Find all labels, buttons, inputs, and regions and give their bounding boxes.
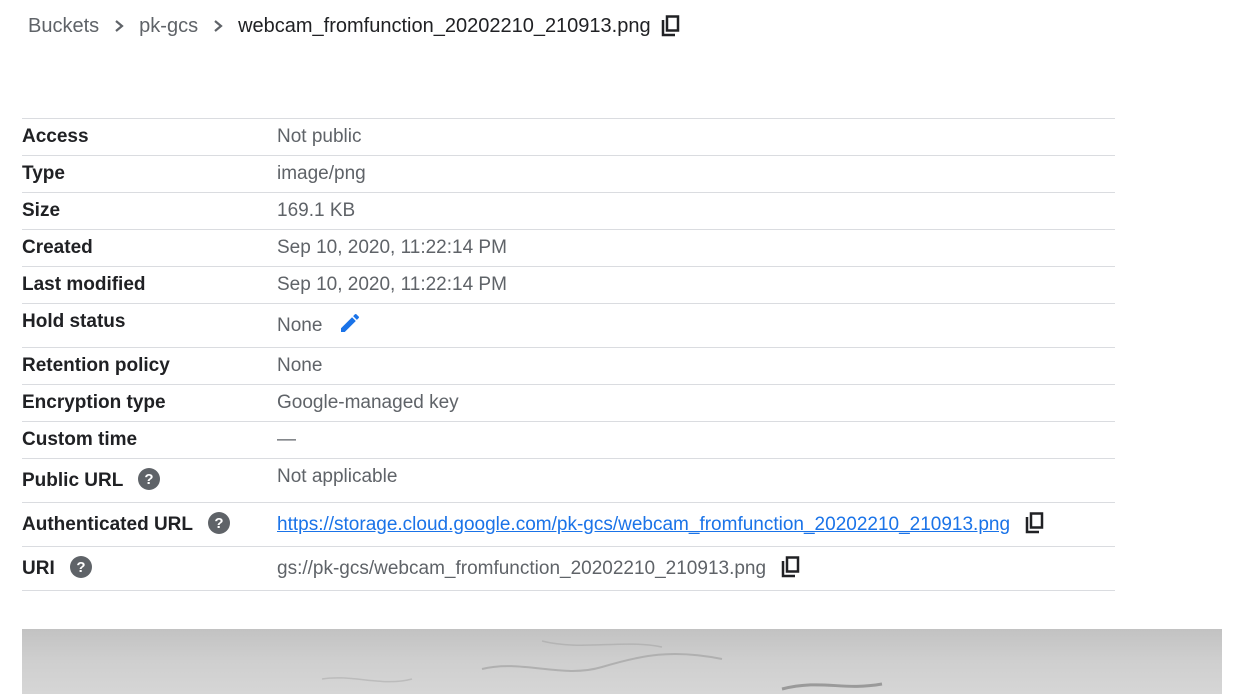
help-icon[interactable]: ? xyxy=(207,511,230,534)
edit-icon[interactable] xyxy=(338,311,362,335)
breadcrumb-bucket-link[interactable]: pk-gcs xyxy=(139,15,198,38)
detail-label: Access xyxy=(22,118,277,156)
chevron-right-icon xyxy=(99,19,139,33)
detail-value: — xyxy=(277,421,1115,459)
detail-label: Created xyxy=(22,229,277,267)
detail-value: image/png xyxy=(277,155,1115,193)
detail-row-retention-policy: Retention policy None xyxy=(22,347,1115,385)
detail-value: https://storage.cloud.google.com/pk-gcs/… xyxy=(277,502,1115,547)
copy-icon[interactable] xyxy=(781,556,801,578)
detail-label-text: Public URL xyxy=(22,469,123,491)
detail-value: Sep 10, 2020, 11:22:14 PM xyxy=(277,266,1115,304)
chevron-right-icon xyxy=(198,19,238,33)
svg-text:?: ? xyxy=(214,515,223,532)
image-preview xyxy=(22,629,1222,694)
copy-icon[interactable] xyxy=(1025,512,1045,534)
detail-value: Google-managed key xyxy=(277,384,1115,422)
breadcrumb-current-object: webcam_fromfunction_20202210_210913.png xyxy=(238,14,651,37)
detail-label: Hold status xyxy=(22,303,277,348)
detail-row-created: Created Sep 10, 2020, 11:22:14 PM xyxy=(22,229,1115,267)
detail-label: Public URL ? xyxy=(22,458,277,503)
detail-label: Custom time xyxy=(22,421,277,459)
detail-label-text: Authenticated URL xyxy=(22,513,193,535)
detail-row-last-modified: Last modified Sep 10, 2020, 11:22:14 PM xyxy=(22,266,1115,304)
detail-value: 169.1 KB xyxy=(277,192,1115,230)
help-icon[interactable]: ? xyxy=(138,467,161,490)
object-details-table: Access Not public Type image/png Size 16… xyxy=(22,118,1115,591)
breadcrumb: Buckets pk-gcs webcam_fromfunction_20202… xyxy=(28,12,681,40)
detail-value: Not applicable xyxy=(277,458,1115,503)
uri-value: gs://pk-gcs/webcam_fromfunction_20202210… xyxy=(277,557,767,579)
detail-label: Encryption type xyxy=(22,384,277,422)
detail-label: Authenticated URL ? xyxy=(22,502,277,547)
detail-label: Retention policy xyxy=(22,347,277,385)
authenticated-url-link[interactable]: https://storage.cloud.google.com/pk-gcs/… xyxy=(277,514,1010,535)
detail-row-public-url: Public URL ? Not applicable xyxy=(22,458,1115,503)
svg-text:?: ? xyxy=(145,471,154,488)
detail-row-type: Type image/png xyxy=(22,155,1115,193)
detail-label: Type xyxy=(22,155,277,193)
hold-status-value: None xyxy=(277,314,323,336)
detail-value: None xyxy=(277,303,1115,348)
detail-label: Size xyxy=(22,192,277,230)
public-url-value: Not applicable xyxy=(277,465,398,487)
help-icon[interactable]: ? xyxy=(70,555,93,578)
detail-row-hold-status: Hold status None xyxy=(22,303,1115,348)
detail-label-text: Hold status xyxy=(22,310,126,332)
image-preview-texture xyxy=(321,640,883,691)
detail-value: Not public xyxy=(277,118,1115,156)
copy-icon[interactable] xyxy=(661,15,681,37)
detail-label-text: URI xyxy=(22,557,55,579)
detail-label: URI ? xyxy=(22,546,277,591)
detail-label: Last modified xyxy=(22,266,277,304)
detail-row-uri: URI ? gs://pk-gcs/webcam_fromfunction_20… xyxy=(22,546,1115,591)
svg-text:?: ? xyxy=(76,559,85,576)
detail-value: Sep 10, 2020, 11:22:14 PM xyxy=(277,229,1115,267)
detail-row-custom-time: Custom time — xyxy=(22,421,1115,459)
detail-row-size: Size 169.1 KB xyxy=(22,192,1115,230)
detail-row-access: Access Not public xyxy=(22,118,1115,156)
detail-row-encryption-type: Encryption type Google-managed key xyxy=(22,384,1115,422)
detail-row-authenticated-url: Authenticated URL ? https://storage.clou… xyxy=(22,502,1115,547)
breadcrumb-buckets-link[interactable]: Buckets xyxy=(28,15,99,38)
detail-value: None xyxy=(277,347,1115,385)
detail-value: gs://pk-gcs/webcam_fromfunction_20202210… xyxy=(277,546,1115,591)
